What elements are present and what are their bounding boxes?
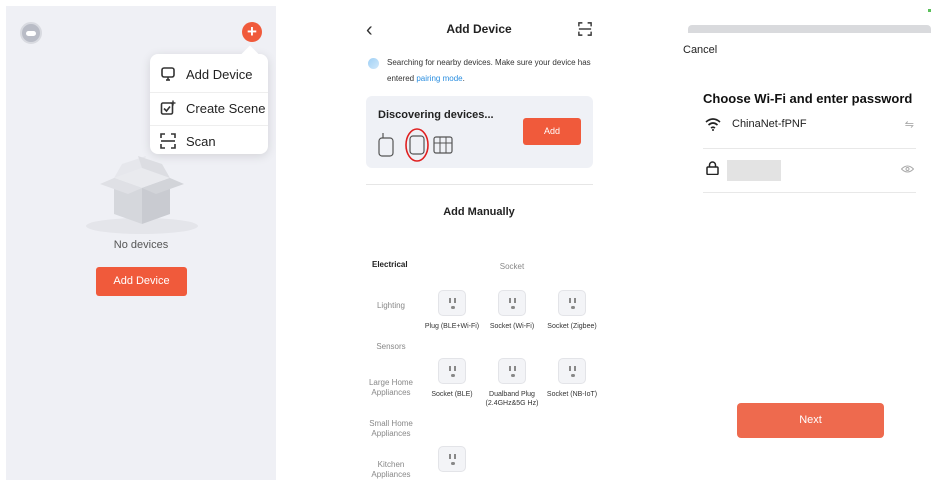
menu-item-label: Create Scene <box>186 101 266 116</box>
wifi-ssid: ChinaNet-fPNF <box>732 118 807 130</box>
device-label: Socket (BLE) <box>431 391 473 398</box>
section-header-socket: Socket <box>499 262 525 271</box>
menu-item-label: Add Device <box>186 67 253 82</box>
add-manually-heading: Add Manually <box>443 206 515 218</box>
wifi-icon <box>705 118 721 131</box>
add-discovered-button[interactable]: Add <box>523 118 581 145</box>
wifi-ssid-row[interactable]: ChinaNet-fPNF ⇋ <box>703 105 916 149</box>
scan-icon[interactable] <box>578 22 592 36</box>
menu-item-add-device[interactable]: Add Device <box>150 59 268 92</box>
menu-item-label: Scan <box>186 134 216 149</box>
empty-box-icon <box>86 156 198 234</box>
sheet-grabber <box>688 25 931 33</box>
cancel-button[interactable]: Cancel <box>683 44 717 56</box>
add-device-button[interactable]: Add Device <box>96 267 187 296</box>
menu-item-create-scene[interactable]: Create Scene <box>150 92 268 125</box>
menu-item-scan[interactable]: Scan <box>150 125 268 158</box>
lock-icon <box>706 161 719 175</box>
socket-icon <box>438 358 466 384</box>
discovered-devices-icon <box>378 128 453 162</box>
create-scene-icon <box>160 100 176 115</box>
category-kitchen-appliances[interactable]: Kitchen Appliances <box>358 460 424 480</box>
home-panel: + Add Device Create Scene Scan No device… <box>6 6 276 480</box>
socket-icon <box>558 290 586 316</box>
scan-icon <box>160 133 176 149</box>
discovering-title: Discovering devices... <box>378 109 494 121</box>
socket-icon <box>498 290 526 316</box>
password-field[interactable] <box>727 160 781 181</box>
socket-icon <box>438 446 466 472</box>
device-label: Socket (NB-IoT) <box>546 391 598 398</box>
eye-icon[interactable] <box>901 165 914 173</box>
add-device-icon <box>161 67 175 81</box>
discovering-card: Discovering devices... Add <box>366 96 593 168</box>
socket-icon <box>498 358 526 384</box>
device-label: Socket (Zigbee) <box>547 323 597 330</box>
socket-icon <box>438 290 466 316</box>
category-sensors[interactable]: Sensors <box>358 342 424 352</box>
no-devices-text: No devices <box>113 239 169 251</box>
device-socket-ble[interactable]: Socket (BLE) <box>422 358 482 399</box>
search-hint: Searching for nearby devices. Make sure … <box>387 55 592 87</box>
device-dualband-plug[interactable]: Dualband Plug (2.4GHz&5G Hz) <box>482 358 542 408</box>
searching-spinner-icon <box>368 58 379 69</box>
socket-icon <box>558 358 586 384</box>
wifi-panel: Cancel Choose Wi-Fi and enter password C… <box>676 0 931 480</box>
page-title: Add Device <box>446 22 512 36</box>
next-button[interactable]: Next <box>737 403 884 438</box>
category-electrical[interactable]: Electrical <box>358 260 424 270</box>
category-lighting[interactable]: Lighting <box>358 301 424 311</box>
divider <box>366 184 593 185</box>
device-socket-zigbee[interactable]: Socket (Zigbee) <box>542 290 600 331</box>
category-large-home-appliances[interactable]: Large Home Appliances <box>358 378 424 398</box>
device-socket-more[interactable] <box>422 446 482 472</box>
device-label: Plug (BLE+Wi-Fi) <box>424 323 480 330</box>
switch-network-icon[interactable]: ⇋ <box>905 118 914 131</box>
avatar[interactable] <box>20 22 42 44</box>
add-plus-button[interactable]: + <box>242 22 262 42</box>
add-menu: Add Device Create Scene Scan <box>150 54 268 154</box>
pairing-mode-link[interactable]: pairing mode <box>416 74 462 83</box>
category-small-home-appliances[interactable]: Small Home Appliances <box>358 419 424 439</box>
hint-end: . <box>462 74 465 83</box>
add-device-panel: ‹ Add Device Searching for nearby device… <box>358 8 600 480</box>
device-plug-ble-wifi[interactable]: Plug (BLE+Wi-Fi) <box>422 290 482 331</box>
wifi-password-row <box>703 149 916 193</box>
device-label: Dualband Plug (2.4GHz&5G Hz) <box>485 391 539 407</box>
wifi-title: Choose Wi-Fi and enter password <box>703 91 913 106</box>
device-socket-nb-iot[interactable]: Socket (NB-IoT) <box>542 358 600 399</box>
device-socket-wifi[interactable]: Socket (Wi-Fi) <box>482 290 542 331</box>
device-label: Socket (Wi-Fi) <box>489 323 535 330</box>
